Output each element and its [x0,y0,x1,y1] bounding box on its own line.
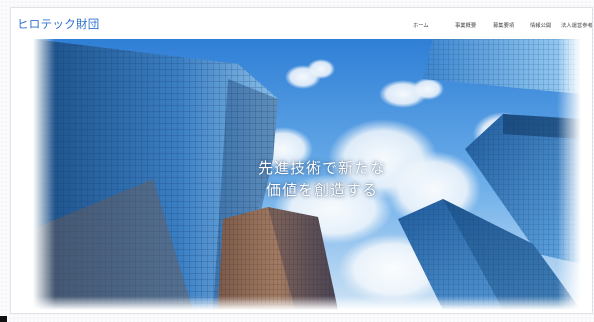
hero-headline-line1: 先進技術で新たな [257,159,386,177]
hero-banner: 先進技術で新たな 価値を創造する [33,39,581,310]
site-logo[interactable]: ヒロテック財団 [17,16,100,32]
hero-fade-bottom [33,296,581,310]
nav-item-recruitment[interactable]: 募集要項 [493,21,514,29]
nav-item-disclosure[interactable]: 情報公開 [530,21,551,29]
hero-fade-right [557,39,581,310]
hero-headline-line2: 価値を創造する [265,181,378,199]
hero-fade-left [33,39,55,310]
nav-item-home[interactable]: ホーム [413,21,429,29]
nav-item-business[interactable]: 事業概要 [455,21,476,29]
page-frame: ヒロテック財団 ホーム 事業概要 募集要項 情報公開 法人運営参考 先進技術で新… [10,7,593,314]
site-header: ヒロテック財団 ホーム 事業概要 募集要項 情報公開 法人運営参考 [11,8,592,38]
nav-item-governance[interactable]: 法人運営参考 [561,21,592,29]
corner-marker [0,316,7,322]
